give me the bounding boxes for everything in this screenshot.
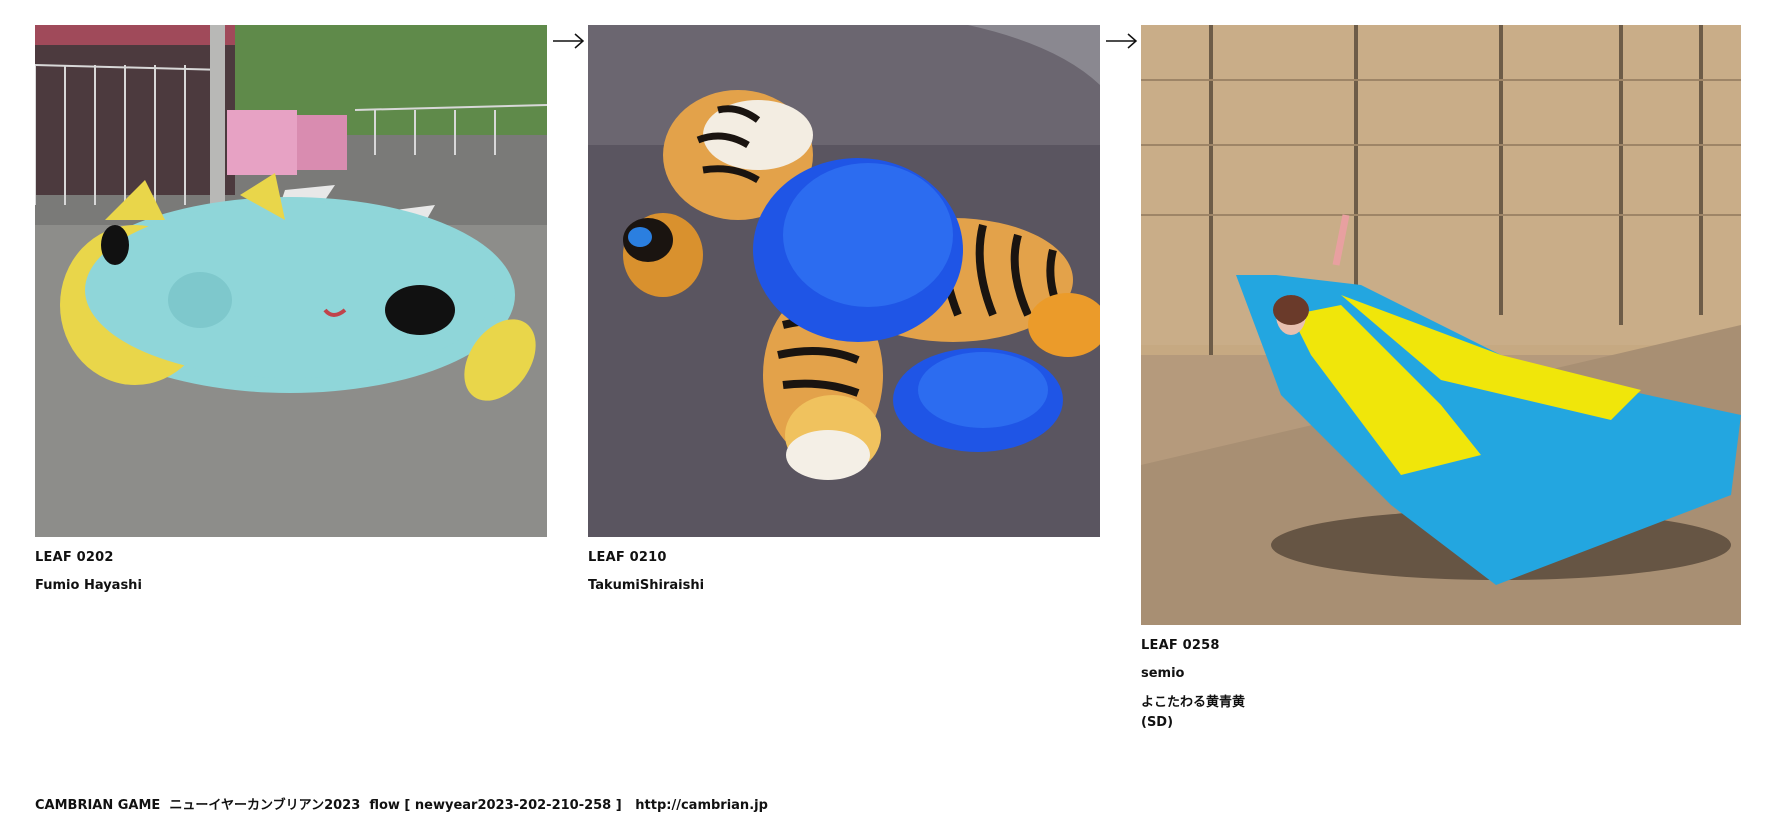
leaf-author[interactable]: semio <box>1141 666 1741 682</box>
url-link[interactable]: http://cambrian.jp <box>635 798 768 813</box>
arrow-right-icon <box>1106 33 1138 49</box>
leaf-image-0258[interactable] <box>1141 25 1741 625</box>
brand-link[interactable]: CAMBRIAN GAME <box>35 798 160 813</box>
leaf-card-0202: LEAF 0202 Fumio Hayashi <box>35 25 547 594</box>
leaf-code[interactable]: LEAF 0202 <box>35 550 547 566</box>
flow-label: flow [ newyear2023-202-210-258 ] <box>369 798 622 813</box>
leaf-image-0210[interactable] <box>588 25 1100 537</box>
leaf-code[interactable]: LEAF 0210 <box>588 550 1100 566</box>
leaf-code[interactable]: LEAF 0258 <box>1141 638 1741 654</box>
leaf-card-0258: LEAF 0258 semio よこたわる黄青黄 (SD) <box>1141 25 1741 733</box>
event-link[interactable]: ニューイヤーカンブリアン2023 <box>169 798 360 813</box>
leaf-author[interactable]: TakumiShiraishi <box>588 578 1100 594</box>
arrow-right-icon <box>553 33 585 49</box>
leaf-card-0210: LEAF 0210 TakumiShiraishi <box>588 25 1100 594</box>
leaf-title: よこたわる黄青黄 (SD) <box>1141 695 1246 730</box>
footer: CAMBRIAN GAME ニューイヤーカンブリアン2023 flow [ ne… <box>35 794 768 813</box>
leaf-image-0202[interactable] <box>35 25 547 537</box>
leaf-author[interactable]: Fumio Hayashi <box>35 578 547 594</box>
